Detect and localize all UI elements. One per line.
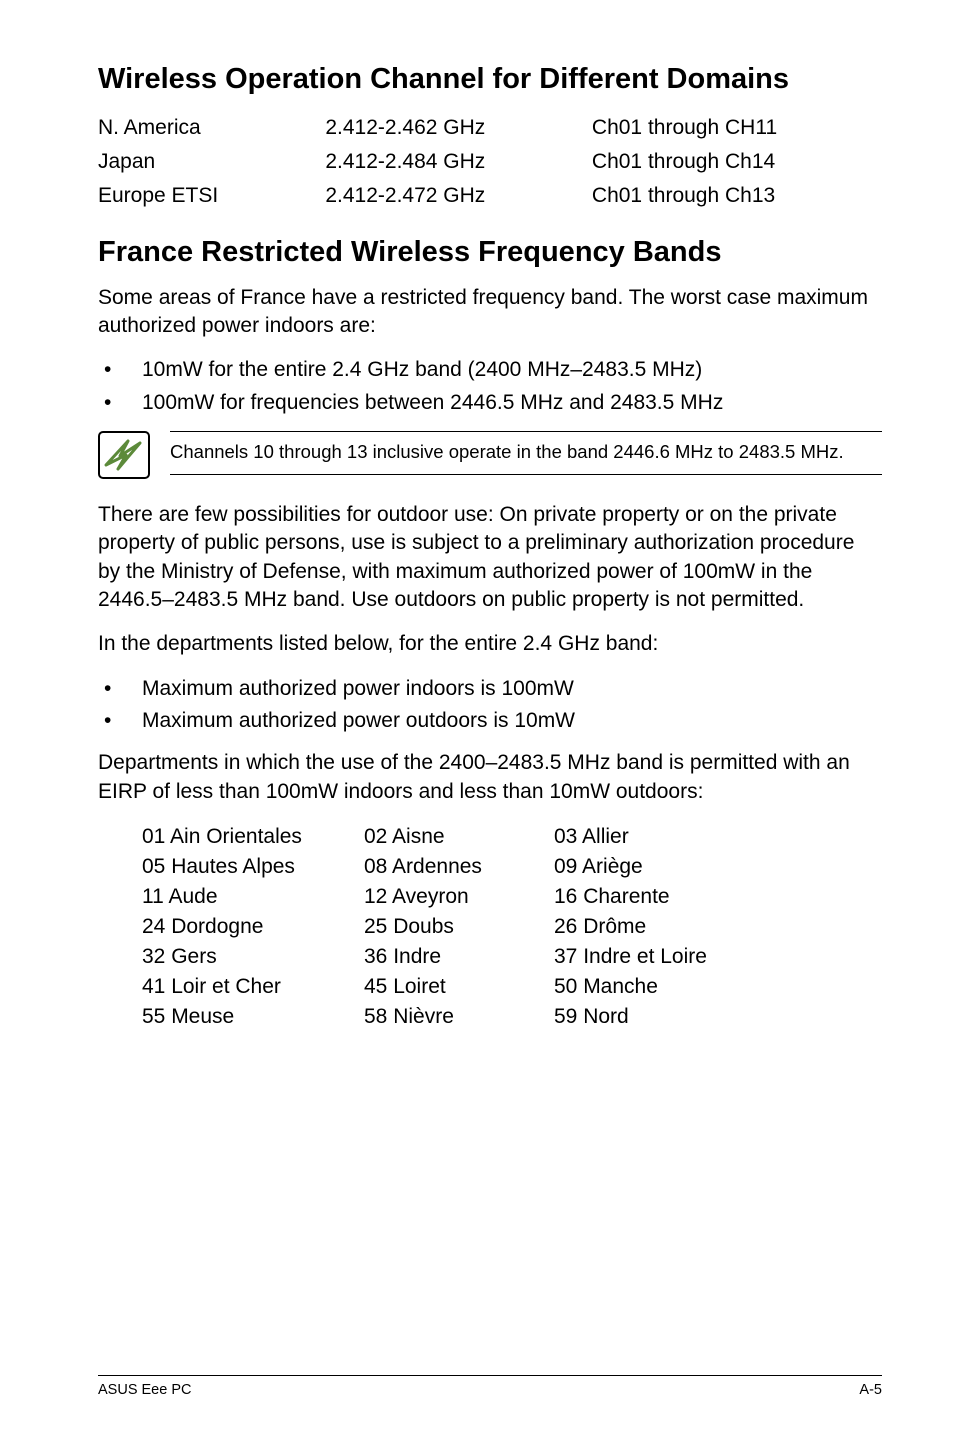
footer: ASUS Eee PC A-5 bbox=[98, 1375, 882, 1398]
department-cell: 45 Loiret bbox=[364, 972, 554, 1002]
note-text-wrap: Channels 10 through 13 inclusive operate… bbox=[170, 431, 882, 475]
table-row: 24 Dordogne25 Doubs26 Drôme bbox=[142, 912, 707, 942]
note-text: Channels 10 through 13 inclusive operate… bbox=[170, 440, 882, 464]
table-row: 32 Gers36 Indre37 Indre et Loire bbox=[142, 942, 707, 972]
footer-left: ASUS Eee PC bbox=[98, 1382, 192, 1398]
department-cell: 03 Allier bbox=[554, 822, 707, 852]
departments-table: 01 Ain Orientales02 Aisne03 Allier05 Hau… bbox=[142, 822, 707, 1032]
region-cell: N. America bbox=[98, 111, 325, 145]
channel-cell: Ch01 through Ch13 bbox=[592, 179, 882, 213]
department-cell: 02 Aisne bbox=[364, 822, 554, 852]
department-cell: 58 Nièvre bbox=[364, 1002, 554, 1032]
table-row: 11 Aude12 Aveyron16 Charente bbox=[142, 882, 707, 912]
department-cell: 24 Dordogne bbox=[142, 912, 364, 942]
department-cell: 36 Indre bbox=[364, 942, 554, 972]
freq-cell: 2.412-2.462 GHz bbox=[325, 111, 592, 145]
page: Wireless Operation Channel for Different… bbox=[0, 0, 954, 1438]
department-cell: 37 Indre et Loire bbox=[554, 942, 707, 972]
table-row: 01 Ain Orientales02 Aisne03 Allier bbox=[142, 822, 707, 852]
department-cell: 01 Ain Orientales bbox=[142, 822, 364, 852]
list-item: Maximum authorized power indoors is 100m… bbox=[98, 675, 882, 703]
france-limits-list: 10mW for the entire 2.4 GHz band (2400 M… bbox=[98, 356, 882, 417]
department-cell: 09 Ariège bbox=[554, 852, 707, 882]
freq-cell: 2.412-2.484 GHz bbox=[325, 145, 592, 179]
department-cell: 50 Manche bbox=[554, 972, 707, 1002]
heading-wireless: Wireless Operation Channel for Different… bbox=[98, 62, 882, 97]
dept-intro: In the departments listed below, for the… bbox=[98, 630, 882, 658]
channel-cell: Ch01 through CH11 bbox=[592, 111, 882, 145]
table-row: Europe ETSI2.412-2.472 GHzCh01 through C… bbox=[98, 179, 882, 213]
dept-limits-list: Maximum authorized power indoors is 100m… bbox=[98, 675, 882, 736]
department-cell: 32 Gers bbox=[142, 942, 364, 972]
department-cell: 08 Ardennes bbox=[364, 852, 554, 882]
note-box: Channels 10 through 13 inclusive operate… bbox=[98, 431, 882, 479]
table-row: N. America2.412-2.462 GHzCh01 through CH… bbox=[98, 111, 882, 145]
department-cell: 16 Charente bbox=[554, 882, 707, 912]
region-cell: Japan bbox=[98, 145, 325, 179]
department-cell: 41 Loir et Cher bbox=[142, 972, 364, 1002]
channel-cell: Ch01 through Ch14 bbox=[592, 145, 882, 179]
region-cell: Europe ETSI bbox=[98, 179, 325, 213]
dept-band-para: Departments in which the use of the 2400… bbox=[98, 749, 882, 806]
footer-right: A-5 bbox=[859, 1382, 882, 1398]
list-item: Maximum authorized power outdoors is 10m… bbox=[98, 707, 882, 735]
department-cell: 26 Drôme bbox=[554, 912, 707, 942]
freq-cell: 2.412-2.472 GHz bbox=[325, 179, 592, 213]
department-cell: 55 Meuse bbox=[142, 1002, 364, 1032]
france-intro: Some areas of France have a restricted f… bbox=[98, 284, 882, 341]
table-row: 41 Loir et Cher45 Loiret50 Manche bbox=[142, 972, 707, 1002]
department-cell: 25 Doubs bbox=[364, 912, 554, 942]
list-item: 100mW for frequencies between 2446.5 MHz… bbox=[98, 389, 882, 417]
note-icon bbox=[98, 431, 150, 479]
department-cell: 05 Hautes Alpes bbox=[142, 852, 364, 882]
department-cell: 11 Aude bbox=[142, 882, 364, 912]
list-item: 10mW for the entire 2.4 GHz band (2400 M… bbox=[98, 356, 882, 384]
outdoor-para: There are few possibilities for outdoor … bbox=[98, 501, 882, 614]
table-row: 05 Hautes Alpes08 Ardennes09 Ariège bbox=[142, 852, 707, 882]
department-cell: 59 Nord bbox=[554, 1002, 707, 1032]
table-row: Japan2.412-2.484 GHzCh01 through Ch14 bbox=[98, 145, 882, 179]
table-row: 55 Meuse58 Nièvre59 Nord bbox=[142, 1002, 707, 1032]
department-cell: 12 Aveyron bbox=[364, 882, 554, 912]
heading-france: France Restricted Wireless Frequency Ban… bbox=[98, 235, 882, 270]
channel-table: N. America2.412-2.462 GHzCh01 through CH… bbox=[98, 111, 882, 213]
